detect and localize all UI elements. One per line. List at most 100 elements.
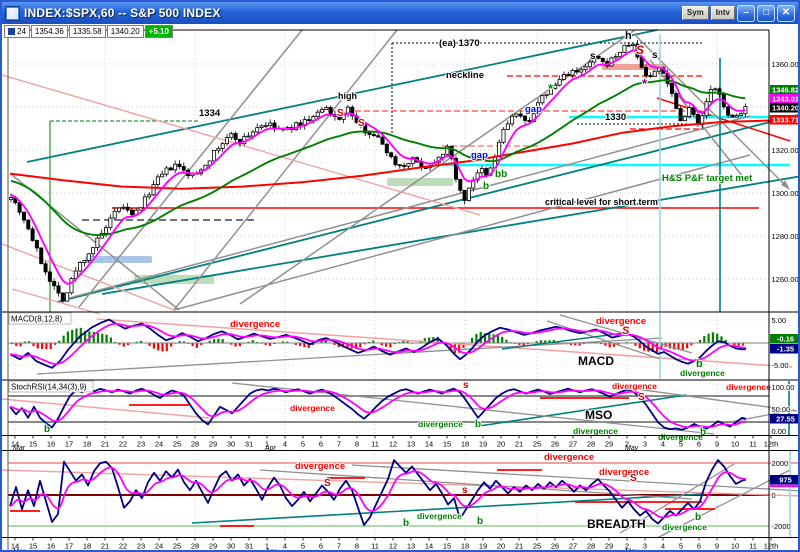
svg-text:21: 21 — [515, 440, 523, 449]
svg-text:13: 13 — [407, 542, 415, 551]
svg-text:25: 25 — [533, 440, 541, 449]
svg-text:-2000: -2000 — [772, 522, 791, 531]
svg-text:b: b — [483, 181, 489, 192]
svg-text:5: 5 — [679, 542, 683, 551]
svg-text:divergence: divergence — [544, 452, 594, 463]
sym-button[interactable]: Sym — [681, 6, 709, 20]
svg-text:Apr: Apr — [264, 445, 277, 452]
svg-text:bb: bb — [495, 169, 507, 180]
quote-value: 1335.58 — [68, 25, 106, 38]
svg-text:divergence: divergence — [662, 522, 707, 532]
window-title: INDEX:$SPX,60 -- S&P 500 INDEX — [24, 6, 221, 20]
svg-text:S: S — [337, 108, 344, 119]
svg-text:28: 28 — [191, 542, 199, 551]
svg-text:11: 11 — [749, 440, 757, 449]
svg-text:-0.16: -0.16 — [777, 335, 794, 344]
svg-text:28: 28 — [587, 542, 595, 551]
title-bar[interactable]: INDEX:$SPX,60 -- S&P 500 INDEX Sym Intv … — [2, 2, 798, 24]
svg-text:1343.01: 1343.01 — [772, 95, 799, 104]
svg-text:gap: gap — [471, 150, 488, 161]
svg-text:6: 6 — [697, 542, 701, 551]
app-icon — [5, 5, 20, 21]
bar-icon — [8, 28, 15, 35]
svg-text:6: 6 — [697, 440, 701, 449]
svg-text:May: May — [625, 549, 639, 552]
svg-text:critical level for short term: critical level for short term — [545, 197, 658, 207]
svg-text:9: 9 — [715, 440, 719, 449]
quote-value: 1354.36 — [30, 25, 68, 38]
svg-text:3: 3 — [643, 440, 647, 449]
mso-panel: s divergence divergenceSdivergencedivergen… — [2, 379, 798, 443]
svg-text:high: high — [338, 91, 357, 101]
svg-text:29: 29 — [605, 440, 613, 449]
svg-text:24: 24 — [155, 440, 163, 449]
svg-text:16: 16 — [47, 440, 55, 449]
intv-button[interactable]: Intv — [710, 6, 735, 20]
svg-text:29: 29 — [605, 542, 613, 551]
svg-text:28: 28 — [587, 440, 595, 449]
svg-text:12th: 12th — [764, 440, 779, 449]
svg-text:MSO: MSO — [585, 408, 612, 422]
svg-text:25: 25 — [173, 440, 181, 449]
svg-text:b: b — [403, 518, 409, 529]
svg-text:divergence: divergence — [680, 368, 725, 378]
svg-text:MACD: MACD — [578, 354, 614, 368]
svg-text:(ea) 1370: (ea) 1370 — [439, 38, 480, 49]
svg-text:divergence: divergence — [417, 511, 462, 521]
change-badge: +5.10 — [144, 25, 173, 38]
quote-value: 1340.20 — [106, 25, 144, 38]
svg-text:H&S P&F target met: H&S P&F target met — [662, 173, 753, 184]
svg-text:27: 27 — [569, 542, 577, 551]
svg-text:25: 25 — [173, 542, 181, 551]
svg-text:27: 27 — [569, 440, 577, 449]
svg-text:divergence: divergence — [295, 461, 345, 472]
svg-text:neckline: neckline — [446, 70, 484, 81]
svg-text:11: 11 — [749, 542, 757, 551]
svg-text:23: 23 — [137, 542, 145, 551]
svg-text:Mar: Mar — [13, 445, 26, 452]
svg-text:13: 13 — [407, 440, 415, 449]
minimize-button[interactable]: – — [737, 4, 755, 22]
svg-text:17: 17 — [65, 440, 73, 449]
svg-text:9: 9 — [715, 542, 719, 551]
svg-text:divergence: divergence — [418, 419, 463, 429]
svg-text:May: May — [625, 445, 639, 452]
svg-text:31: 31 — [245, 440, 253, 449]
svg-text:s: s — [463, 380, 469, 391]
svg-text:1334: 1334 — [199, 108, 221, 119]
svg-text:14: 14 — [425, 440, 433, 449]
close-button[interactable]: ✕ — [777, 4, 795, 22]
y-axis: 1360.00 1320.00 1300.00 1280.00 1260.00 1346.… — [770, 59, 799, 532]
svg-text:divergence: divergence — [230, 319, 280, 330]
svg-text:12th: 12th — [764, 542, 779, 551]
chart-canvas: (ea) 1370hs Ssneckline1334high1330gapgapb… — [2, 29, 799, 552]
quote-value: 24 — [4, 25, 30, 38]
svg-text:6: 6 — [319, 542, 323, 551]
svg-text:divergence: divergence — [573, 426, 618, 436]
svg-text:4: 4 — [661, 542, 665, 551]
svg-text:Mar: Mar — [13, 549, 26, 552]
svg-text:10: 10 — [731, 542, 739, 551]
svg-text:15: 15 — [443, 542, 451, 551]
svg-text:16: 16 — [47, 542, 55, 551]
svg-text:17: 17 — [65, 542, 73, 551]
svg-text:975: 975 — [779, 476, 792, 485]
maximize-button[interactable]: □ — [757, 4, 775, 22]
svg-text:5.00: 5.00 — [772, 316, 787, 325]
svg-text:11: 11 — [371, 542, 379, 551]
svg-text:2000: 2000 — [772, 459, 789, 468]
svg-text:-1.35: -1.35 — [777, 345, 794, 354]
svg-text:7: 7 — [337, 440, 341, 449]
svg-text:1300.00: 1300.00 — [772, 189, 799, 198]
svg-text:18: 18 — [461, 542, 469, 551]
svg-text:23: 23 — [137, 440, 145, 449]
svg-text:29: 29 — [209, 440, 217, 449]
svg-text:11: 11 — [371, 440, 379, 449]
app-window: (ea) 1370 h s Ss neckline 1334 high 1330 gap gap b… — [0, 0, 800, 552]
svg-text:0.00: 0.00 — [772, 427, 787, 436]
candles — [9, 40, 748, 303]
svg-text:18: 18 — [461, 440, 469, 449]
svg-text:S: S — [636, 43, 644, 57]
svg-text:15: 15 — [29, 542, 37, 551]
svg-text:21: 21 — [101, 440, 109, 449]
